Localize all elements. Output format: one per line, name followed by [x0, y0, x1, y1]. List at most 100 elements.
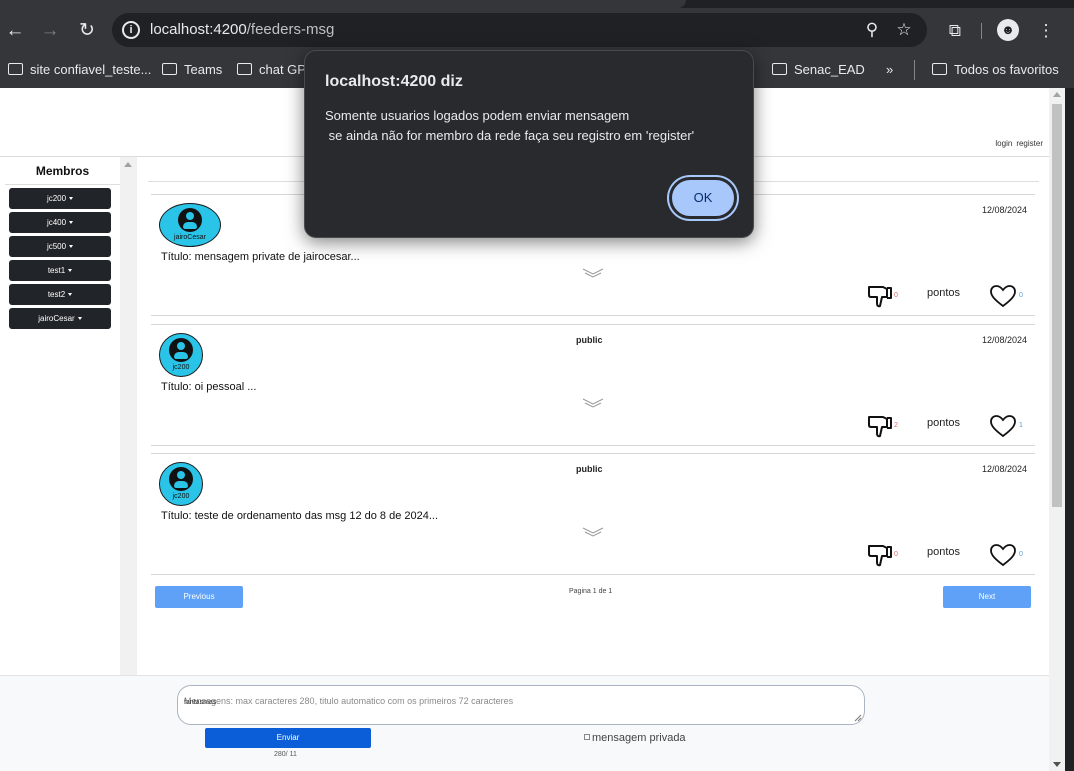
user-icon — [178, 208, 202, 232]
bookmark-folder[interactable]: chat GPT — [237, 59, 314, 81]
heart-icon[interactable] — [989, 543, 1017, 567]
member-dropdown-button[interactable]: jairoCesar — [9, 308, 111, 329]
scrollbar-thumb[interactable] — [1052, 104, 1062, 507]
sidebar-scrollbar[interactable] — [120, 157, 137, 677]
expand-chevron-icon[interactable] — [582, 267, 604, 279]
profile-avatar-icon[interactable]: ☻ — [997, 19, 1019, 41]
bookmark-label: site confiavel_teste... — [30, 62, 152, 77]
next-button[interactable]: Next — [943, 586, 1031, 608]
send-button[interactable]: Enviar — [205, 728, 371, 748]
back-arrow-icon[interactable]: ← — [2, 18, 28, 44]
site-info-icon[interactable]: i — [122, 21, 140, 39]
feed-post: jc200 public 12/08/2024 Título: oi pesso… — [151, 324, 1035, 446]
member-dropdown-button[interactable]: jc200 — [9, 188, 111, 209]
bookmarks-overflow-icon[interactable]: » — [886, 59, 893, 81]
folder-icon — [237, 63, 252, 75]
member-name: jairoCesar — [38, 314, 75, 323]
bookmarks-divider — [914, 60, 915, 80]
expand-chevron-icon[interactable] — [582, 526, 604, 538]
page-scrollbar[interactable] — [1049, 88, 1065, 771]
member-dropdown-button[interactable]: jc500 — [9, 236, 111, 257]
member-dropdown-button[interactable]: test2 — [9, 284, 111, 305]
bookmark-label: Senac_EAD — [794, 62, 865, 77]
bookmark-folder[interactable]: site confiavel_teste... — [8, 59, 151, 81]
tab-strip — [0, 0, 1074, 8]
message-value: fantasmas — [184, 699, 217, 706]
caret-down-icon — [69, 197, 74, 200]
post-date: 12/08/2024 — [981, 335, 1027, 345]
points-label: pontos — [927, 417, 961, 429]
url-text[interactable]: localhost:4200/feeders-msg — [150, 21, 334, 38]
auth-links: login register — [991, 139, 1043, 148]
forward-arrow-icon[interactable]: → — [37, 18, 63, 44]
dialog-message: Somente usuarios logados podem enviar me… — [325, 108, 695, 143]
previous-button[interactable]: Previous — [155, 586, 243, 608]
post-username: jairoCesar — [174, 234, 206, 241]
members-sidebar: Membros jc200 jc400 jc500 test1 test2 ja… — [5, 157, 120, 677]
member-name: test2 — [47, 290, 66, 299]
caret-down-icon — [68, 269, 73, 272]
resize-grip-icon[interactable] — [854, 714, 862, 722]
folder-icon — [8, 63, 23, 75]
post-title: Título: mensagem private de jairocesar..… — [161, 251, 360, 263]
like-count: 0 — [1019, 292, 1023, 299]
user-icon — [169, 338, 193, 362]
like-count: 1 — [1019, 422, 1023, 429]
zoom-icon[interactable]: ⚲ — [862, 20, 882, 40]
member-name: jc500 — [46, 242, 67, 251]
extensions-icon[interactable]: ⧉ — [944, 20, 966, 42]
bookmark-label: Todos os favoritos — [954, 62, 1059, 77]
message-textarea[interactable]: Mensagens: max caracteres 280, titulo au… — [177, 685, 865, 725]
scroll-up-arrow-icon[interactable] — [1053, 92, 1061, 97]
address-bar[interactable]: i localhost:4200/feeders-msg ⚲ ☆ — [112, 13, 927, 47]
thumbs-down-icon[interactable] — [867, 283, 893, 309]
caret-down-icon — [68, 293, 73, 296]
member-dropdown-button[interactable]: jc400 — [9, 212, 111, 233]
dislike-count: 0 — [894, 551, 898, 558]
folder-icon — [162, 63, 177, 75]
bookmark-folder[interactable]: Todos os favoritos — [932, 59, 1059, 81]
composer-footer: Mensagens: max caracteres 280, titulo au… — [0, 675, 1049, 771]
dialog-title: localhost:4200 diz — [325, 73, 463, 90]
post-title: Título: oi pessoal ... — [161, 381, 257, 393]
menu-kebab-icon[interactable]: ⋮ — [1035, 20, 1057, 42]
member-name: jc200 — [46, 194, 67, 203]
url-host: localhost:4200 — [150, 21, 247, 38]
active-tab[interactable] — [0, 0, 686, 8]
toolbar-divider — [981, 23, 982, 39]
url-path: /feeders-msg — [246, 21, 335, 38]
bookmark-folder[interactable]: Teams — [162, 59, 222, 81]
bookmark-folder[interactable]: Senac_EAD — [772, 59, 865, 81]
folder-icon — [932, 63, 947, 75]
heart-icon[interactable] — [989, 284, 1017, 308]
ok-button[interactable]: OK — [669, 177, 737, 219]
thumbs-down-icon[interactable] — [867, 413, 893, 439]
member-dropdown-button[interactable]: test1 — [9, 260, 111, 281]
dislike-count: 0 — [894, 292, 898, 299]
user-icon — [169, 467, 193, 491]
browser-window: { "browser": { "url_host": "localhost:42… — [0, 0, 1074, 771]
scroll-up-arrow-icon[interactable] — [124, 162, 132, 167]
login-link[interactable]: login — [995, 139, 1012, 148]
register-link[interactable]: register — [1016, 139, 1043, 148]
post-title: Título: teste de ordenamento das msg 12 … — [161, 510, 439, 522]
private-checkbox[interactable] — [584, 734, 590, 740]
bookmark-star-icon[interactable]: ☆ — [894, 20, 914, 40]
expand-chevron-icon[interactable] — [582, 397, 604, 409]
char-counter: 280/ 11 — [274, 751, 297, 758]
sidebar-title: Membros — [35, 164, 90, 178]
scroll-down-arrow-icon[interactable] — [1053, 762, 1061, 767]
avatar[interactable]: jc200 — [159, 462, 203, 506]
avatar[interactable]: jc200 — [159, 333, 203, 377]
heart-icon[interactable] — [989, 414, 1017, 438]
caret-down-icon — [69, 221, 74, 224]
post-visibility: public — [576, 464, 603, 474]
sidebar-divider — [5, 184, 120, 185]
reload-icon[interactable]: ↻ — [74, 18, 100, 44]
avatar[interactable]: jairoCesar — [159, 203, 221, 247]
private-option[interactable]: mensagem privada — [584, 732, 686, 744]
folder-icon — [772, 63, 787, 75]
browser-toolbar: ← → ↻ i localhost:4200/feeders-msg ⚲ ☆ ⧉… — [0, 8, 1074, 53]
member-name: jc400 — [46, 218, 67, 227]
thumbs-down-icon[interactable] — [867, 542, 893, 568]
